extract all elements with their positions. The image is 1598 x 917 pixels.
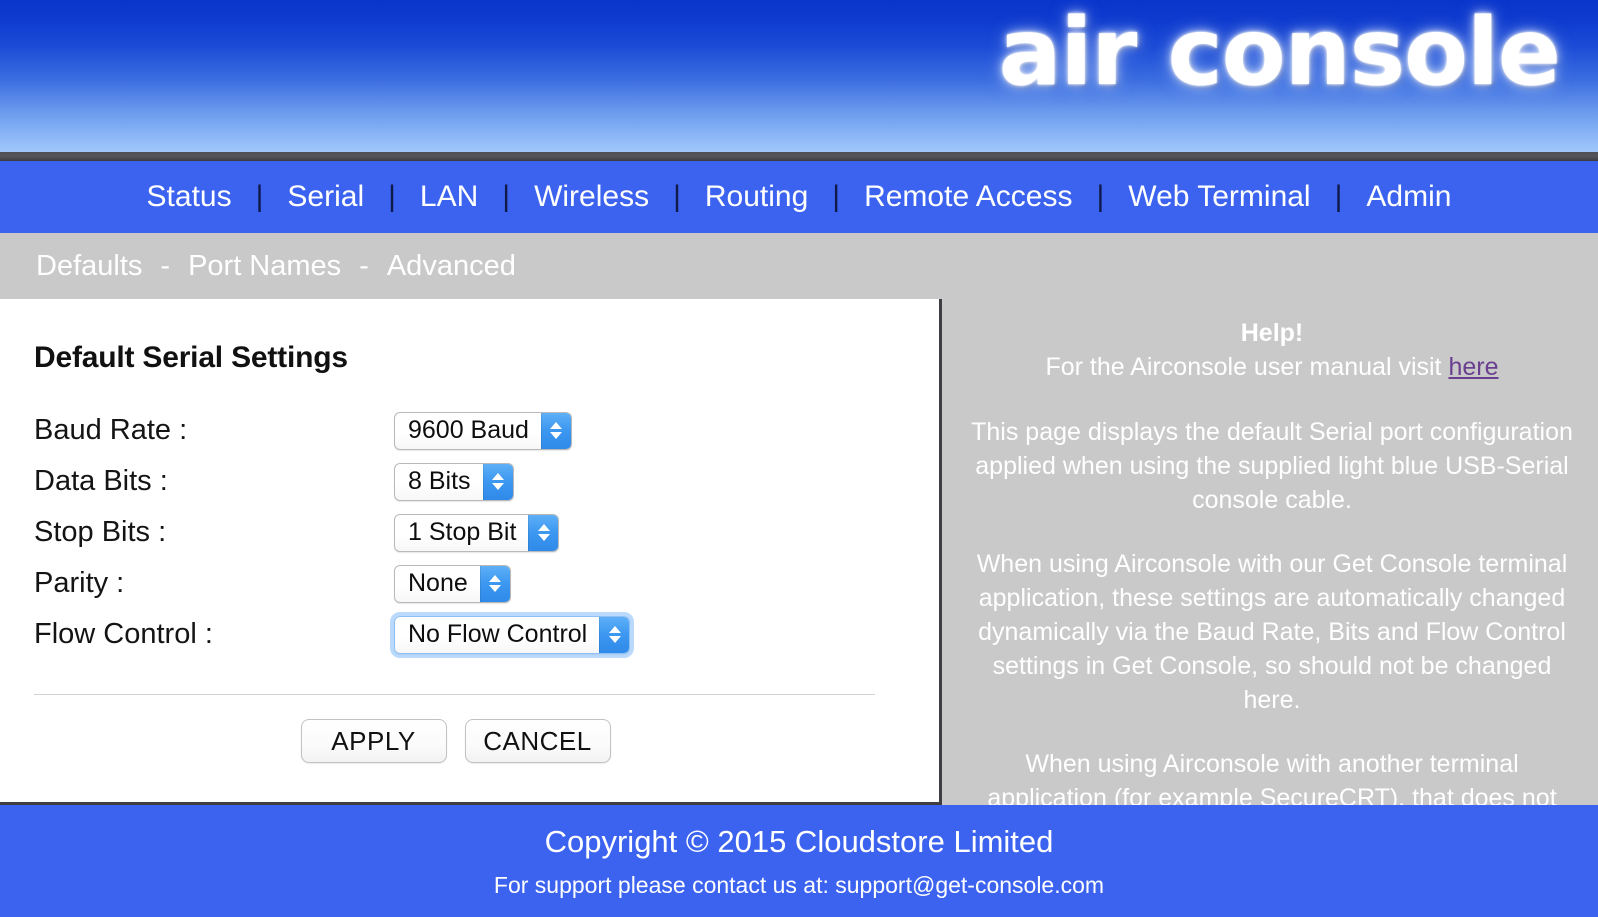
select-value-data-bits: 8 Bits xyxy=(408,467,471,495)
chevron-up-icon xyxy=(608,626,621,633)
select-stepper-icon-baud-rate[interactable] xyxy=(540,412,571,449)
help-manual-line: For the Airconsole user manual visit her… xyxy=(968,351,1576,385)
page-footer: Copyright © 2015 Cloudstore Limited For … xyxy=(0,805,1598,917)
chevron-down-icon xyxy=(537,534,550,541)
body-area: Default Serial Settings Baud Rate : 9600 … xyxy=(0,299,1598,914)
help-paragraph: When using Airconsole with our Get Conso… xyxy=(976,549,1568,714)
footer-support: For support please contact us at: suppor… xyxy=(493,871,1105,898)
nav-item-wireless[interactable]: Wireless xyxy=(510,182,673,212)
help-manual-prefix: For the Airconsole user manual visit xyxy=(1045,352,1449,381)
page-title: Default Serial Settings xyxy=(34,341,348,374)
brand-logo-text: air console xyxy=(998,0,1561,106)
serial-settings-form: Baud Rate : 9600 Baud Data Bits : 8 Bits Sto… xyxy=(34,405,907,660)
nav-separator: | xyxy=(1096,180,1105,213)
select-flow-control[interactable]: No Flow Control xyxy=(389,611,635,658)
form-row-flow-control: Flow Control : No Flow Control xyxy=(34,609,907,660)
chevron-down-icon xyxy=(492,483,505,490)
sub-navigation: Defaults - Port Names - Advanced xyxy=(0,233,1598,299)
label-stop-bits: Stop Bits : xyxy=(34,516,167,548)
select-stepper-icon-flow-control[interactable] xyxy=(599,616,630,653)
apply-button[interactable]: APPLY xyxy=(300,719,447,763)
subnav-separator: - xyxy=(160,249,171,282)
airconsole-admin-page: air console Status | Serial | LAN | Wireless | R… xyxy=(0,0,1598,917)
form-row-parity: Parity : None xyxy=(34,558,907,609)
help-panel: Help! For the Airconsole user manual vis… xyxy=(942,299,1598,914)
label-data-bits: Data Bits : xyxy=(34,465,168,497)
select-stop-bits[interactable]: 1 Stop Bit xyxy=(394,513,560,552)
subnav-separator: - xyxy=(359,249,369,282)
nav-separator: | xyxy=(502,180,511,213)
nav-item-web-terminal[interactable]: Web Terminal xyxy=(1104,182,1334,212)
select-data-bits[interactable]: 8 Bits xyxy=(394,462,514,501)
chevron-down-icon xyxy=(489,585,502,592)
label-parity: Parity : xyxy=(34,567,125,599)
chevron-up-icon xyxy=(537,524,550,531)
nav-item-remote-access[interactable]: Remote Access xyxy=(840,182,1096,212)
subnav-item-advanced[interactable]: Advanced xyxy=(387,250,516,283)
label-flow-control: Flow Control : xyxy=(34,618,213,650)
cancel-button[interactable]: CANCEL xyxy=(464,719,611,763)
nav-separator: | xyxy=(832,180,841,213)
footer-copyright: Copyright © 2015 Cloudstore Limited xyxy=(544,823,1054,859)
select-stepper-icon-data-bits[interactable] xyxy=(482,463,513,500)
nav-item-routing[interactable]: Routing xyxy=(681,182,832,212)
user-manual-link[interactable]: here xyxy=(1448,353,1498,381)
select-value-stop-bits: 1 Stop Bit xyxy=(408,518,517,546)
label-baud-rate: Baud Rate : xyxy=(34,414,188,446)
select-value-flow-control: No Flow Control xyxy=(408,620,588,648)
select-stepper-icon-stop-bits[interactable] xyxy=(528,514,559,551)
chevron-up-icon xyxy=(492,473,505,480)
settings-panel: Default Serial Settings Baud Rate : 9600 … xyxy=(0,299,942,805)
subnav-item-port-names[interactable]: Port Names xyxy=(188,250,341,283)
nav-separator: | xyxy=(388,180,396,213)
help-paragraph: This page displays the default Serial po… xyxy=(971,417,1573,514)
select-parity[interactable]: None xyxy=(394,564,511,603)
form-divider xyxy=(34,694,875,695)
select-stepper-icon-parity[interactable] xyxy=(479,565,510,602)
nav-item-admin[interactable]: Admin xyxy=(1342,182,1475,212)
chevron-up-icon xyxy=(550,422,563,429)
select-baud-rate[interactable]: 9600 Baud xyxy=(394,411,572,450)
chevron-up-icon xyxy=(489,575,502,582)
nav-separator: | xyxy=(673,180,681,213)
header-divider-bar xyxy=(0,152,1598,161)
subnav-item-defaults[interactable]: Defaults xyxy=(36,250,142,283)
form-row-stop-bits: Stop Bits : 1 Stop Bit xyxy=(34,507,907,558)
nav-separator: | xyxy=(255,180,264,213)
form-row-data-bits: Data Bits : 8 Bits xyxy=(34,456,907,507)
header-banner: air console xyxy=(0,0,1598,152)
select-value-parity: None xyxy=(408,569,468,597)
help-title: Help! xyxy=(1240,319,1304,347)
nav-item-serial[interactable]: Serial xyxy=(263,182,388,212)
select-value-baud-rate: 9600 Baud xyxy=(408,416,529,444)
nav-item-lan[interactable]: LAN xyxy=(396,182,502,212)
chevron-down-icon xyxy=(550,432,563,439)
chevron-down-icon xyxy=(608,636,621,643)
main-navigation: Status | Serial | LAN | Wireless | Routing | Remot… xyxy=(0,161,1598,233)
nav-separator: | xyxy=(1334,180,1343,213)
form-actions: APPLY CANCEL xyxy=(34,719,907,763)
nav-item-status[interactable]: Status xyxy=(123,182,256,212)
form-row-baud-rate: Baud Rate : 9600 Baud xyxy=(34,405,907,456)
brand-logo: air console xyxy=(999,6,1561,99)
